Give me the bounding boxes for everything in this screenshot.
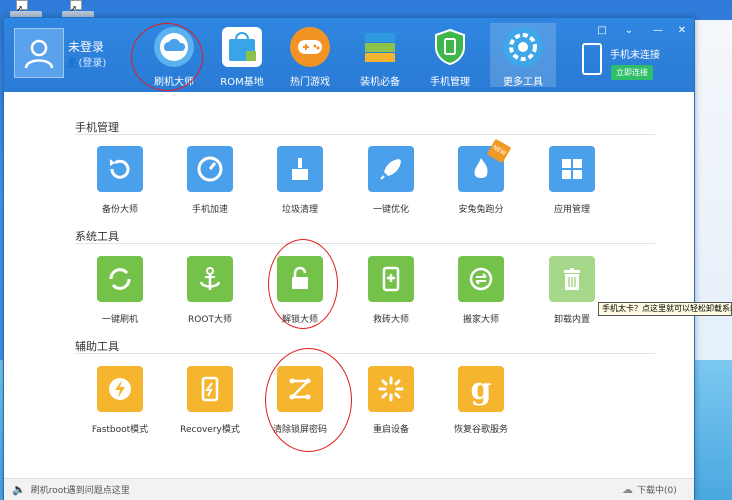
trash-icon	[549, 256, 595, 302]
tool-one-click-flash[interactable]: 一键刷机	[83, 256, 157, 336]
annotation-circle	[265, 348, 352, 452]
tool-app-manage[interactable]: 应用管理	[535, 146, 609, 226]
backup-icon	[97, 146, 143, 192]
broom-icon	[277, 146, 323, 192]
gamepad-icon	[290, 27, 330, 67]
tool-root-master[interactable]: ROOT大师	[173, 256, 247, 336]
tool-label: 恢复谷歌服务	[453, 425, 508, 435]
app-window: 未登录 👤(登录) 刷机大师 ROM基地 热门游戏 装机必备 手机管理 更多工具…	[3, 17, 695, 500]
login-link-label: (登录)	[78, 58, 107, 69]
section-title-system-tools: 系统工具	[75, 230, 119, 243]
flame-icon: NEW	[458, 138, 512, 192]
close-icon[interactable]: ✕	[674, 24, 690, 38]
gear-icon	[503, 27, 543, 67]
tab-phone-manage[interactable]: 手机管理	[417, 23, 483, 88]
chevron-down-icon[interactable]: ⌄	[621, 24, 637, 38]
tool-uninstall-builtin[interactable]: 卸载内置	[535, 256, 609, 336]
bolt-icon	[97, 366, 143, 412]
user-icon	[24, 39, 54, 69]
user-avatar[interactable]	[14, 28, 64, 78]
tool-label: 搬家大师	[462, 315, 499, 325]
refresh-icon	[97, 256, 143, 302]
divider	[75, 243, 655, 244]
download-count: 下载中(0)	[637, 486, 677, 496]
transfer-icon	[458, 256, 504, 302]
rom-bag-icon	[222, 27, 262, 67]
tool-backup[interactable]: 备份大师	[83, 146, 157, 226]
section-title-phone-manage: 手机管理	[75, 121, 119, 134]
tool-optimize[interactable]: 一键优化	[354, 146, 428, 226]
annotation-circle	[268, 239, 338, 329]
tool-label: 安兔兔跑分	[458, 205, 504, 215]
app-header: 未登录 👤(登录) 刷机大师 ROM基地 热门游戏 装机必备 手机管理 更多工具…	[4, 18, 694, 92]
tooltip: 手机太卡？点这里就可以轻松卸载系统自带软件	[598, 302, 732, 316]
tool-label: 应用管理	[553, 205, 590, 215]
tool-label: 备份大师	[101, 205, 138, 215]
grid-apps-icon	[549, 146, 595, 192]
tool-label: 一键优化	[372, 205, 409, 215]
tab-hot-games[interactable]: 热门游戏	[277, 23, 343, 88]
tool-label: Fastboot模式	[91, 425, 149, 435]
recovery-phone-icon	[187, 366, 233, 412]
tab-label: 更多工具	[503, 77, 543, 88]
tool-brick-rescue[interactable]: 救砖大师	[354, 256, 428, 336]
anchor-icon	[187, 256, 233, 302]
tab-essentials[interactable]: 装机必备	[347, 23, 413, 88]
minimize-icon[interactable]: —	[650, 24, 666, 38]
status-bar: 🔈 刷机root遇到问题点这里 ☁ 下载中(0)	[4, 478, 694, 500]
login-link[interactable]: 👤(登录)	[66, 54, 106, 69]
rocket-icon	[368, 146, 414, 192]
tab-label: 装机必备	[360, 77, 400, 88]
login-status: 未登录	[68, 40, 105, 54]
tool-label: 重启设备	[372, 425, 409, 435]
tab-label: ROM基地	[220, 77, 264, 88]
phone-icon	[582, 43, 602, 75]
user-small-icon: 👤	[66, 58, 79, 69]
download-status[interactable]: ☁ 下载中(0)	[622, 483, 677, 496]
cloud-download-icon: ☁	[622, 483, 633, 496]
spinner-icon	[368, 366, 414, 412]
tool-label: 救砖大师	[372, 315, 409, 325]
shield-phone-icon	[430, 27, 470, 67]
tool-antutu[interactable]: NEW 安兔兔跑分	[444, 138, 518, 226]
connect-button[interactable]: 立即连接	[611, 65, 653, 80]
help-link[interactable]: 🔈 刷机root遇到问题点这里	[12, 483, 130, 496]
tool-recovery[interactable]: Recovery模式	[173, 366, 247, 446]
feedback-icon[interactable]: □	[594, 24, 610, 38]
speedometer-icon	[187, 146, 233, 192]
section-title-aux-tools: 辅助工具	[75, 340, 119, 353]
tool-restore-google[interactable]: g 恢复谷歌服务	[444, 366, 518, 446]
tab-label: 手机管理	[430, 77, 470, 88]
tool-reboot-device[interactable]: 重启设备	[354, 366, 428, 446]
tool-junk-clean[interactable]: 垃圾清理	[263, 146, 337, 226]
phone-plus-icon	[368, 256, 414, 302]
book-stack-icon	[360, 27, 400, 67]
divider	[75, 353, 655, 354]
tool-label: 一键刷机	[101, 315, 138, 325]
help-link-label: 刷机root遇到问题点这里	[30, 486, 130, 496]
phone-connection-status: 手机未连接	[610, 50, 660, 61]
tool-speedup[interactable]: 手机加速	[173, 146, 247, 226]
google-g-icon: g	[458, 366, 504, 412]
tool-label: 垃圾清理	[281, 205, 318, 215]
tool-migration[interactable]: 搬家大师	[444, 256, 518, 336]
speaker-icon: 🔈	[12, 483, 26, 496]
tab-rom-base[interactable]: ROM基地	[209, 23, 275, 88]
tab-more-tools[interactable]: 更多工具	[490, 23, 556, 88]
tool-fastboot[interactable]: Fastboot模式	[83, 366, 157, 446]
tool-label: 手机加速	[191, 205, 228, 215]
tool-label: Recovery模式	[180, 425, 240, 435]
divider	[75, 134, 655, 135]
tab-label: 热门游戏	[290, 77, 330, 88]
annotation-circle	[131, 23, 203, 91]
tool-label: ROOT大师	[188, 315, 232, 325]
